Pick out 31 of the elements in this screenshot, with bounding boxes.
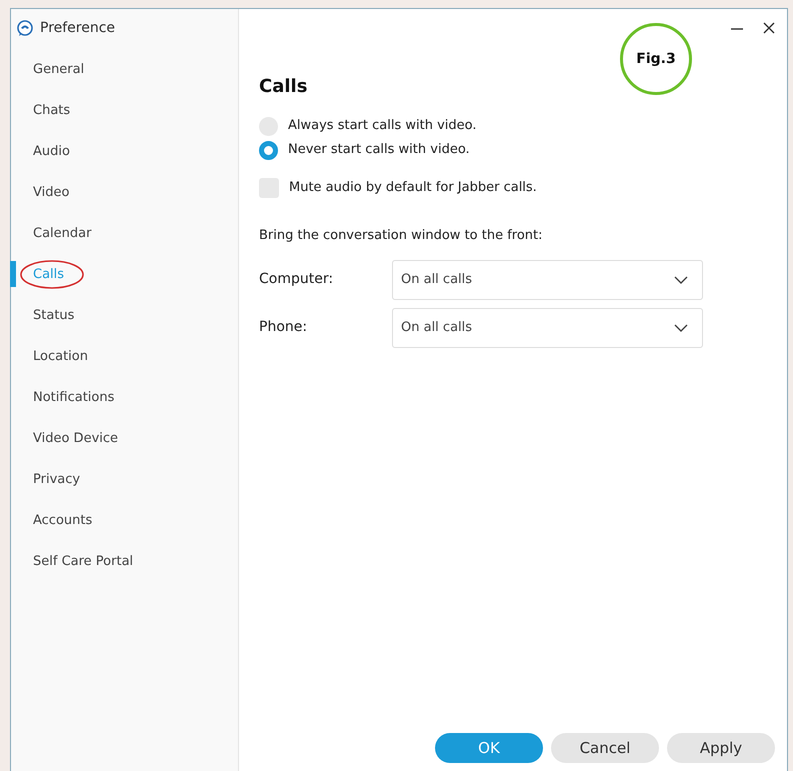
- option-label: Mute audio by default for Jabber calls.: [289, 179, 537, 198]
- app-logo-icon: [17, 20, 33, 36]
- sidebar-item[interactable]: Self Care Portal: [33, 554, 134, 569]
- dropdown[interactable]: On all calls: [392, 260, 703, 300]
- sidebar-item[interactable]: Privacy: [33, 472, 80, 487]
- field-label: Computer:: [259, 270, 334, 289]
- dialog-button[interactable]: Apply: [667, 733, 775, 763]
- sidebar-item[interactable]: Video: [33, 185, 70, 200]
- sidebar-item[interactable]: Audio: [33, 144, 70, 159]
- selection-indicator: [10, 261, 16, 287]
- option-label: Always start calls with video.: [288, 117, 476, 136]
- sidebar-item[interactable]: Location: [33, 349, 88, 364]
- sidebar-item[interactable]: Accounts: [33, 513, 92, 528]
- radio-button[interactable]: [259, 140, 278, 160]
- chevron-down-icon: [674, 324, 688, 332]
- sidebar-item[interactable]: Calendar: [33, 226, 92, 241]
- sidebar-item[interactable]: General: [33, 62, 84, 77]
- window-title: Preference: [40, 18, 116, 38]
- sidebar-item[interactable]: Chats: [33, 103, 70, 118]
- sidebar-item[interactable]: Notifications: [33, 390, 114, 405]
- sidebar-item[interactable]: Video Device: [33, 431, 118, 446]
- dropdown[interactable]: On all calls: [392, 308, 703, 348]
- option-label: Never start calls with video.: [288, 141, 470, 160]
- field-label: Phone:: [259, 318, 308, 337]
- sidebar-item[interactable]: Status: [33, 308, 74, 323]
- dialog-button[interactable]: Cancel: [551, 733, 659, 763]
- figure-label: Fig.3: [620, 23, 692, 95]
- section-title: Calls: [259, 75, 308, 99]
- chevron-down-icon: [674, 276, 688, 284]
- section-subheading: Bring the conversation window to the front:: [259, 227, 544, 245]
- close-icon[interactable]: [763, 21, 775, 35]
